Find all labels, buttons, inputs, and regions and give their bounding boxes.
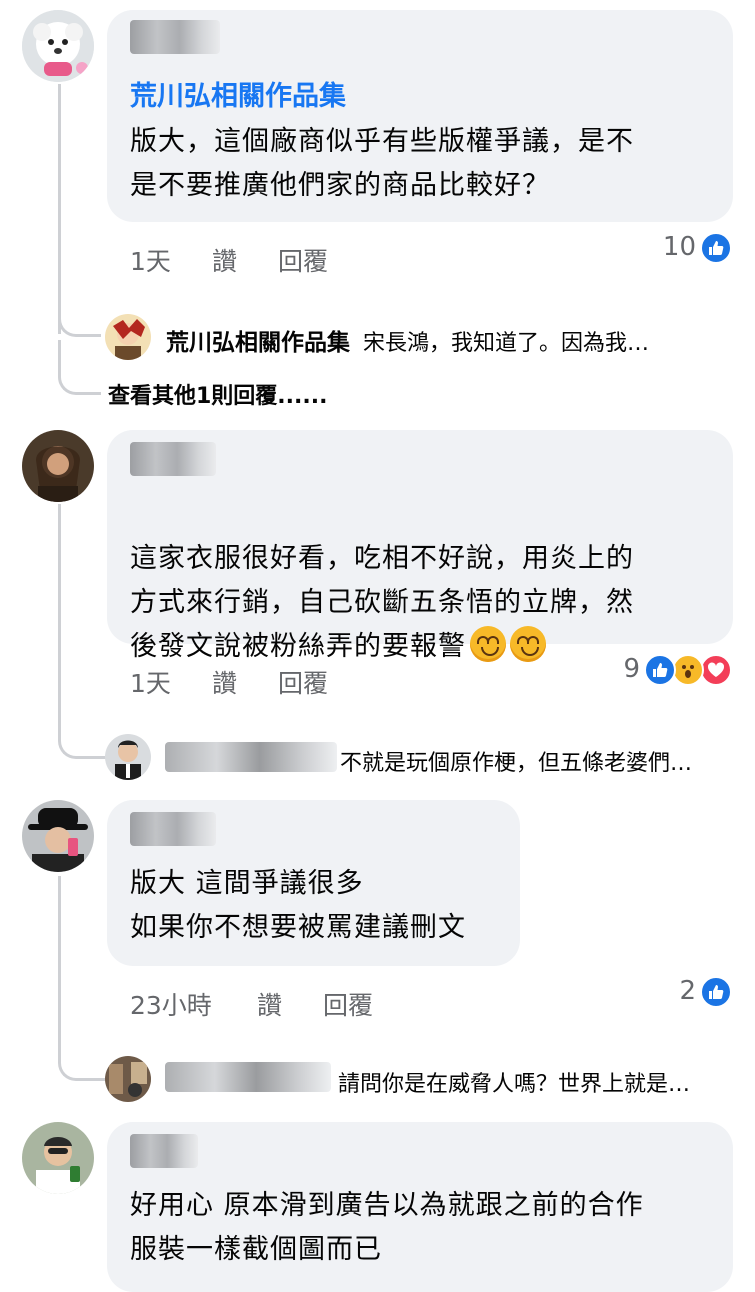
author-name-redacted[interactable] bbox=[130, 20, 220, 54]
avatar[interactable] bbox=[105, 314, 151, 360]
avatar[interactable] bbox=[22, 10, 94, 82]
reply-text: 宋長鴻，我知道了。因為我… bbox=[363, 331, 650, 356]
reply-text[interactable]: 不就是玩個原作梗，但五條老婆們… bbox=[340, 745, 692, 777]
avatar[interactable] bbox=[22, 800, 94, 872]
reply-text[interactable]: 請問你是在威脅人嗎？世界上就是… bbox=[338, 1066, 690, 1098]
wow-reaction-icon bbox=[672, 654, 704, 686]
tagged-page-link[interactable]: 荒川弘相關作品集 bbox=[130, 74, 346, 113]
comment-text-body: 這家衣服很好看，吃相不好說，用炎上的 方式來行銷，自己砍斷五条悟的立牌，然 後發… bbox=[130, 543, 634, 662]
avatar[interactable] bbox=[105, 1056, 151, 1102]
reply-thread-line bbox=[58, 84, 101, 334]
avatar[interactable] bbox=[105, 734, 151, 780]
reply-button[interactable]: 回覆 bbox=[278, 664, 328, 700]
reply-button[interactable]: 回覆 bbox=[278, 242, 328, 278]
comment-text: 這家衣服很好看，吃相不好說，用炎上的 方式來行銷，自己砍斷五条悟的立牌，然 後發… bbox=[130, 493, 634, 669]
comment-time[interactable]: 23小時 bbox=[130, 986, 212, 1022]
reply-thread-line bbox=[58, 876, 107, 1081]
like-reaction-icon bbox=[700, 976, 732, 1008]
comment-text: 版大 這間爭議很多 如果你不想要被罵建議刪文 bbox=[130, 868, 466, 943]
like-button[interactable]: 讚 bbox=[257, 986, 282, 1022]
upside-down-face-emoji-icon bbox=[510, 626, 546, 662]
love-reaction-icon bbox=[700, 654, 732, 686]
like-button[interactable]: 讚 bbox=[212, 664, 237, 700]
reply-button[interactable]: 回覆 bbox=[323, 986, 373, 1022]
reaction-count[interactable]: 2 bbox=[664, 976, 696, 1006]
upside-down-face-emoji-icon bbox=[470, 626, 506, 662]
reply-author-redacted[interactable] bbox=[165, 1062, 331, 1092]
like-button[interactable]: 讚 bbox=[212, 242, 237, 278]
author-name-redacted[interactable] bbox=[130, 812, 216, 846]
comment-text: 好用心 原本滑到廣告以為就跟之前的合作 服裝一樣截個圖而已 bbox=[130, 1190, 644, 1265]
comment-text: 版大，這個廠商似乎有些版權爭議，是不 是不要推廣他們家的商品比較好？ bbox=[130, 126, 634, 201]
reply-thread-connector bbox=[58, 340, 101, 395]
author-name-redacted[interactable] bbox=[130, 442, 216, 476]
comment-time[interactable]: 1天 bbox=[130, 664, 171, 700]
like-reaction-icon bbox=[700, 232, 732, 264]
reaction-count[interactable]: 9 bbox=[612, 654, 640, 684]
reaction-count[interactable]: 10 bbox=[648, 232, 696, 262]
like-reaction-icon bbox=[644, 654, 676, 686]
reply-author[interactable]: 荒川弘相關作品集 bbox=[166, 330, 350, 356]
comment-time[interactable]: 1天 bbox=[130, 242, 171, 278]
author-name-redacted[interactable] bbox=[130, 1134, 198, 1168]
avatar[interactable] bbox=[22, 430, 94, 502]
avatar[interactable] bbox=[22, 1122, 94, 1194]
reply-thread-connector bbox=[58, 300, 101, 337]
reply-author-redacted[interactable] bbox=[165, 742, 337, 772]
reply-preview[interactable]: 荒川弘相關作品集 宋長鴻，我知道了。因為我… bbox=[166, 323, 649, 357]
reply-thread-line bbox=[58, 504, 107, 759]
view-more-replies-link[interactable]: 查看其他1則回覆...... bbox=[108, 378, 327, 410]
